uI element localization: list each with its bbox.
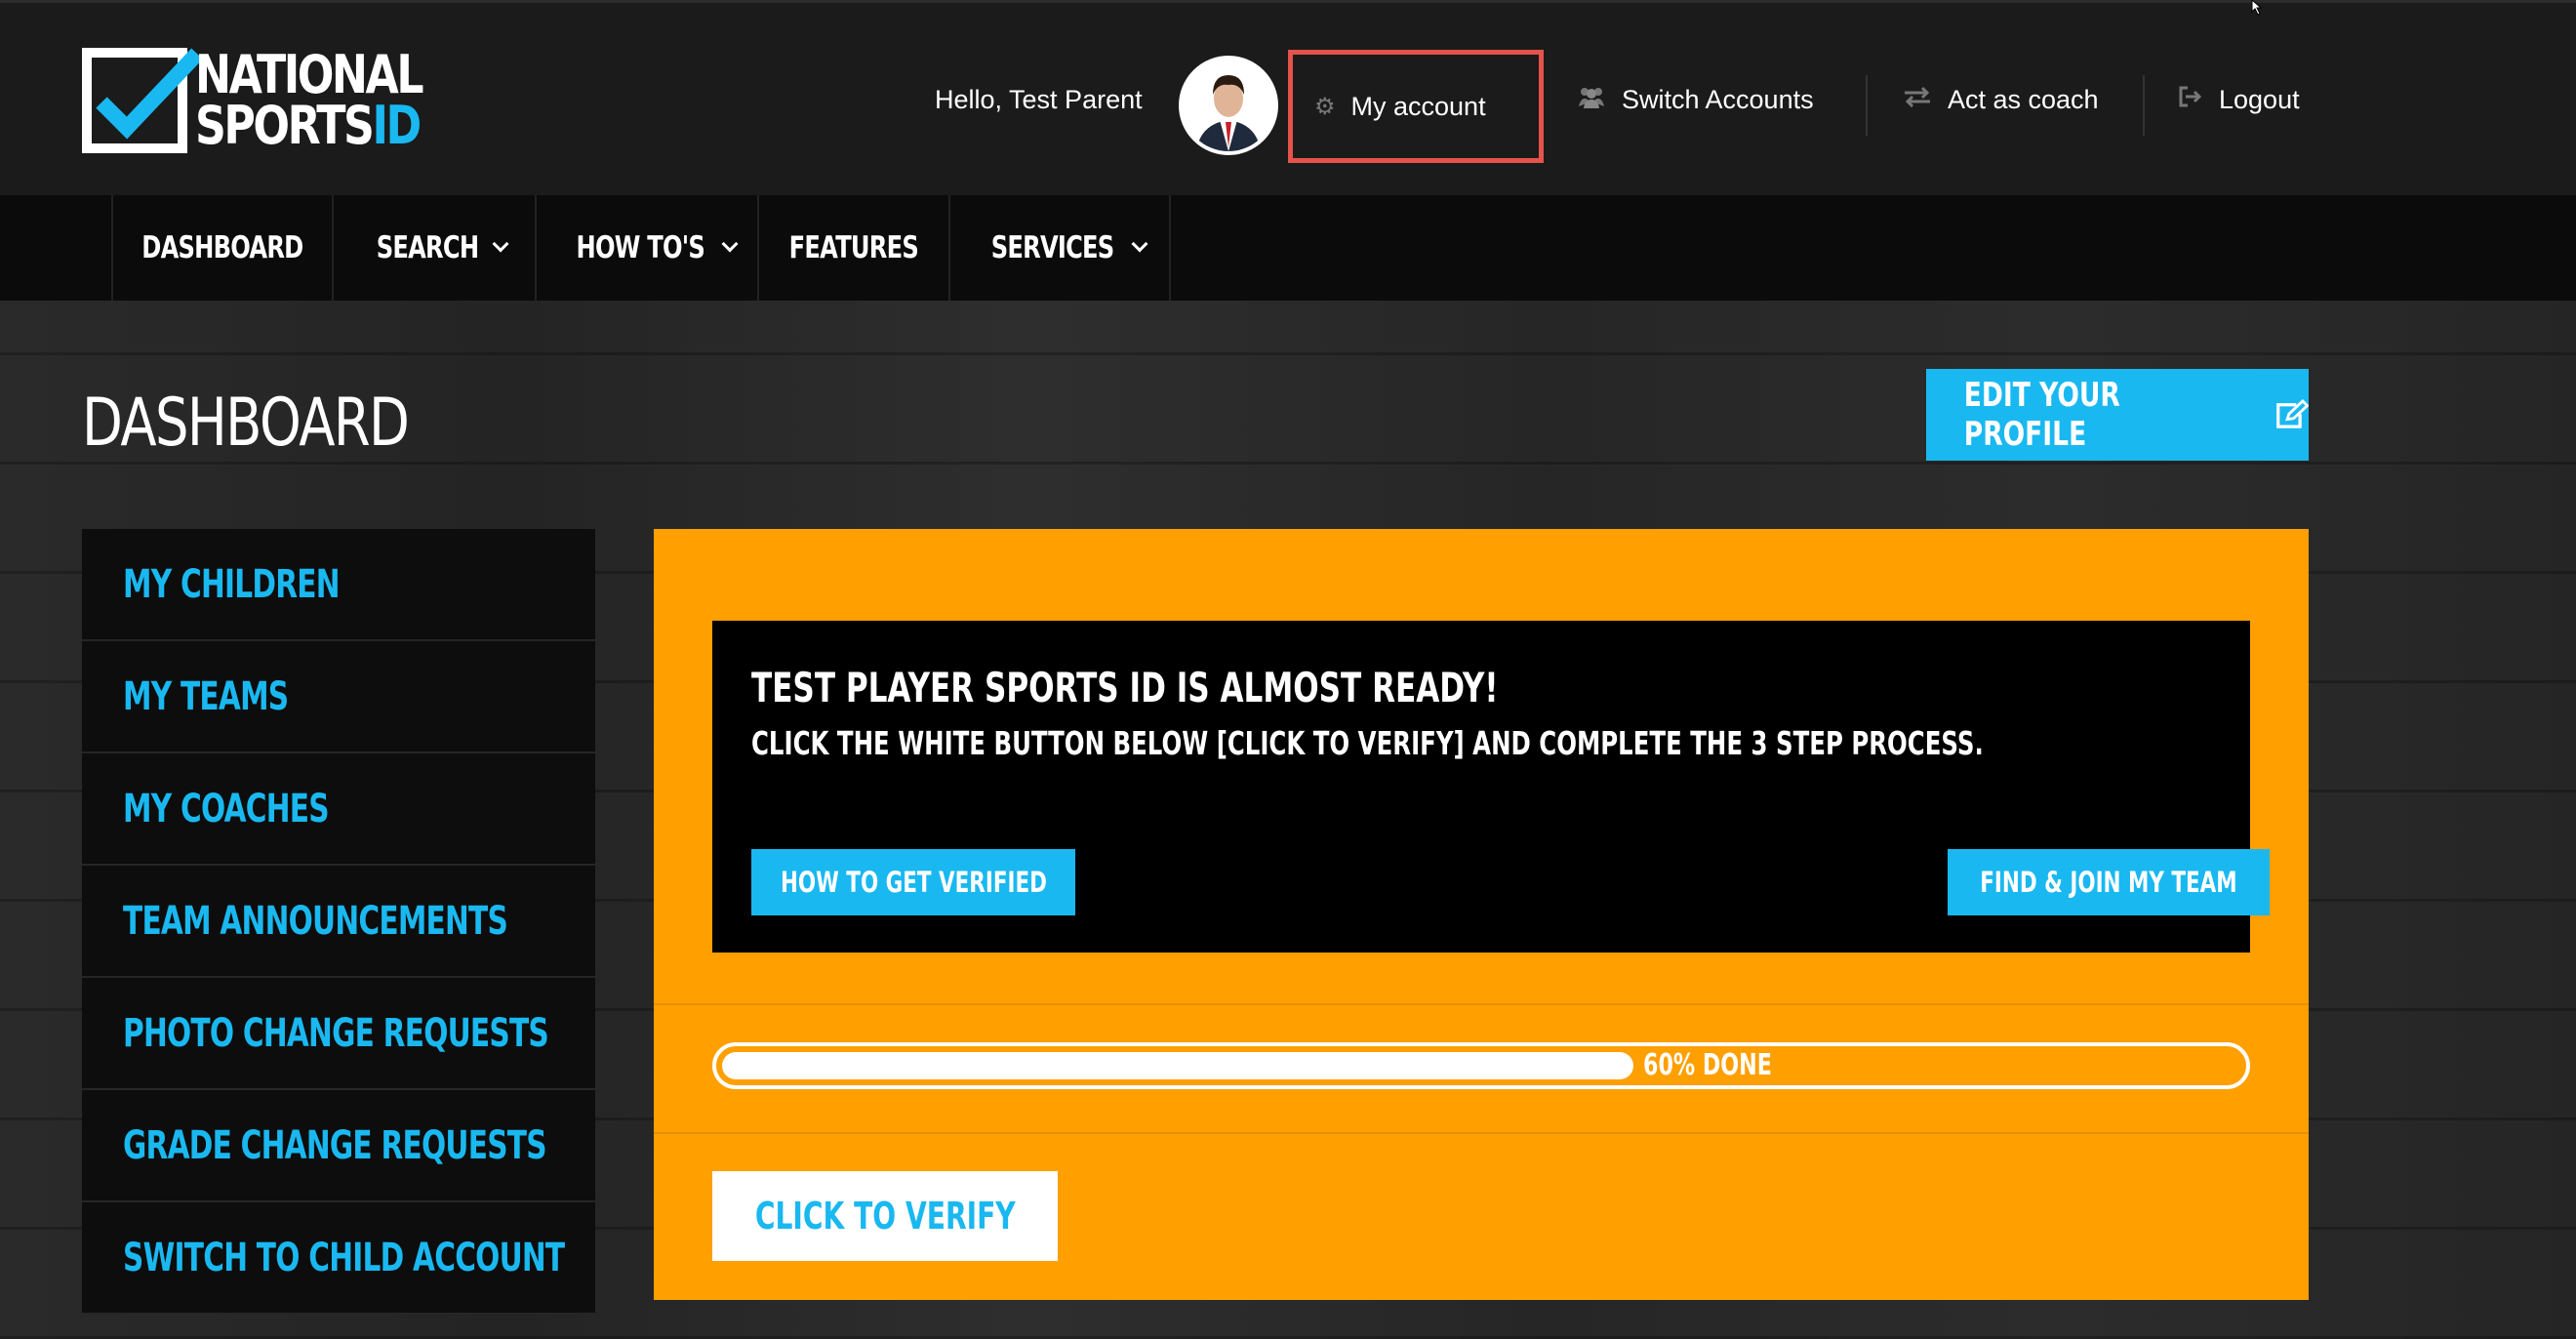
main-nav: DASHBOARD SEARCH HOW TO'S FEATURES SERVI… bbox=[0, 195, 2576, 301]
nav-dashboard[interactable]: DASHBOARD bbox=[111, 195, 332, 301]
national-sports-id-logo[interactable]: NATIONAL SPORTSID bbox=[82, 48, 471, 153]
sidebar-item-team-announcements[interactable]: TEAM ANNOUNCEMENTS bbox=[82, 866, 595, 978]
edit-profile-button[interactable]: EDIT YOUR PROFILE bbox=[1926, 369, 2309, 461]
notice-title: TEST PLAYER SPORTS ID IS ALMOST READY! bbox=[751, 664, 1499, 711]
click-to-verify-label: CLICK TO VERIFY bbox=[754, 1195, 1016, 1238]
sidebar-item-my-coaches[interactable]: MY COACHES bbox=[82, 753, 595, 866]
my-account-link[interactable]: ⚙ My account bbox=[1314, 92, 1486, 122]
logout-label: Logout bbox=[2219, 85, 2300, 114]
nav-services[interactable]: SERVICES bbox=[948, 195, 1171, 301]
sidebar-item-photo-change-requests[interactable]: PHOTO CHANGE REQUESTS bbox=[82, 978, 595, 1090]
header-divider bbox=[1866, 75, 1868, 136]
swap-arrows-icon bbox=[1903, 86, 1932, 114]
nav-features[interactable]: FEATURES bbox=[757, 195, 948, 301]
nav-search[interactable]: SEARCH bbox=[332, 195, 535, 301]
sidebar-item-label: MY CHILDREN bbox=[123, 561, 341, 607]
panel-divider bbox=[654, 1003, 2309, 1005]
user-avatar[interactable] bbox=[1179, 56, 1278, 155]
act-as-coach-label: Act as coach bbox=[1948, 85, 2099, 114]
sidebar-item-label: GRADE CHANGE REQUESTS bbox=[123, 1122, 547, 1168]
act-as-coach-link[interactable]: Act as coach bbox=[1903, 85, 2099, 115]
nav-search-label: SEARCH bbox=[376, 230, 479, 265]
logo-line-2-main: SPORTS bbox=[195, 95, 375, 156]
find-join-my-team-button[interactable]: FIND & JOIN MY TEAM bbox=[1948, 849, 2270, 915]
logo-wordmark: NATIONAL SPORTSID bbox=[195, 44, 424, 152]
page-title: DASHBOARD bbox=[82, 385, 410, 462]
progress-bar: 60% DONE bbox=[712, 1042, 2250, 1089]
sidebar-item-label: MY TEAMS bbox=[123, 673, 289, 719]
click-to-verify-button[interactable]: CLICK TO VERIFY bbox=[712, 1171, 1058, 1261]
nav-services-label: SERVICES bbox=[991, 230, 1114, 265]
logout-link[interactable]: Logout bbox=[2178, 85, 2300, 115]
sidebar-item-label: TEAM ANNOUNCEMENTS bbox=[123, 898, 508, 944]
sidebar-item-label: MY COACHES bbox=[123, 786, 330, 832]
chevron-down-icon bbox=[721, 235, 739, 253]
header-divider bbox=[2143, 75, 2145, 136]
switch-accounts-link[interactable]: Switch Accounts bbox=[1577, 85, 1814, 115]
progress-label: 60% DONE bbox=[1643, 1048, 1772, 1082]
mouse-cursor-icon bbox=[2251, 0, 2263, 16]
nav-features-label: FEATURES bbox=[788, 230, 919, 265]
switch-accounts-label: Switch Accounts bbox=[1622, 85, 1814, 114]
logo-line-2-accent: ID bbox=[372, 95, 422, 156]
sidebar-item-label: SWITCH TO CHILD ACCOUNT bbox=[123, 1235, 565, 1280]
top-header: NATIONAL SPORTSID Hello, Test Parent ⚙ M… bbox=[0, 0, 2576, 195]
edit-icon bbox=[2275, 399, 2309, 428]
progress-fill bbox=[722, 1052, 1633, 1079]
my-account-highlight: ⚙ My account bbox=[1288, 50, 1544, 163]
chevron-down-icon bbox=[1131, 235, 1148, 253]
logo-line-2: SPORTSID bbox=[195, 100, 422, 152]
how-to-get-verified-label: HOW TO GET VERIFIED bbox=[780, 866, 1047, 899]
verification-notice: TEST PLAYER SPORTS ID IS ALMOST READY! C… bbox=[712, 621, 2270, 953]
panel-divider bbox=[654, 1132, 2309, 1134]
nav-dashboard-label: DASHBOARD bbox=[141, 230, 303, 265]
avatar-person-icon bbox=[1183, 60, 1274, 151]
my-account-label: My account bbox=[1350, 91, 1486, 121]
nav-how-tos-label: HOW TO'S bbox=[576, 230, 704, 265]
logo-check-icon bbox=[82, 48, 203, 153]
dashboard-sidebar: MY CHILDREN MY TEAMS MY COACHES TEAM ANN… bbox=[82, 529, 595, 1315]
verification-panel: TEST PLAYER SPORTS ID IS ALMOST READY! C… bbox=[654, 529, 2309, 1300]
find-join-my-team-label: FIND & JOIN MY TEAM bbox=[1980, 866, 2237, 899]
sidebar-item-grade-change-requests[interactable]: GRADE CHANGE REQUESTS bbox=[82, 1090, 595, 1202]
chevron-down-icon bbox=[492, 235, 509, 253]
logo-line-1: NATIONAL bbox=[195, 44, 424, 105]
how-to-get-verified-button[interactable]: HOW TO GET VERIFIED bbox=[751, 849, 1075, 915]
sidebar-item-switch-to-child-account[interactable]: SWITCH TO CHILD ACCOUNT bbox=[82, 1202, 595, 1315]
sidebar-item-label: PHOTO CHANGE REQUESTS bbox=[123, 1010, 549, 1056]
users-icon bbox=[1577, 85, 1606, 115]
sidebar-item-my-teams[interactable]: MY TEAMS bbox=[82, 641, 595, 753]
edit-profile-label: EDIT YOUR PROFILE bbox=[1963, 376, 2120, 454]
nav-how-tos[interactable]: HOW TO'S bbox=[535, 195, 757, 301]
sidebar-item-my-children[interactable]: MY CHILDREN bbox=[82, 529, 595, 641]
notice-subtitle: CLICK THE WHITE BUTTON BELOW [CLICK TO V… bbox=[751, 724, 1984, 762]
gear-icon: ⚙ bbox=[1314, 93, 1336, 120]
greeting-text: Hello, Test Parent bbox=[935, 85, 1143, 114]
logout-icon bbox=[2178, 85, 2203, 115]
